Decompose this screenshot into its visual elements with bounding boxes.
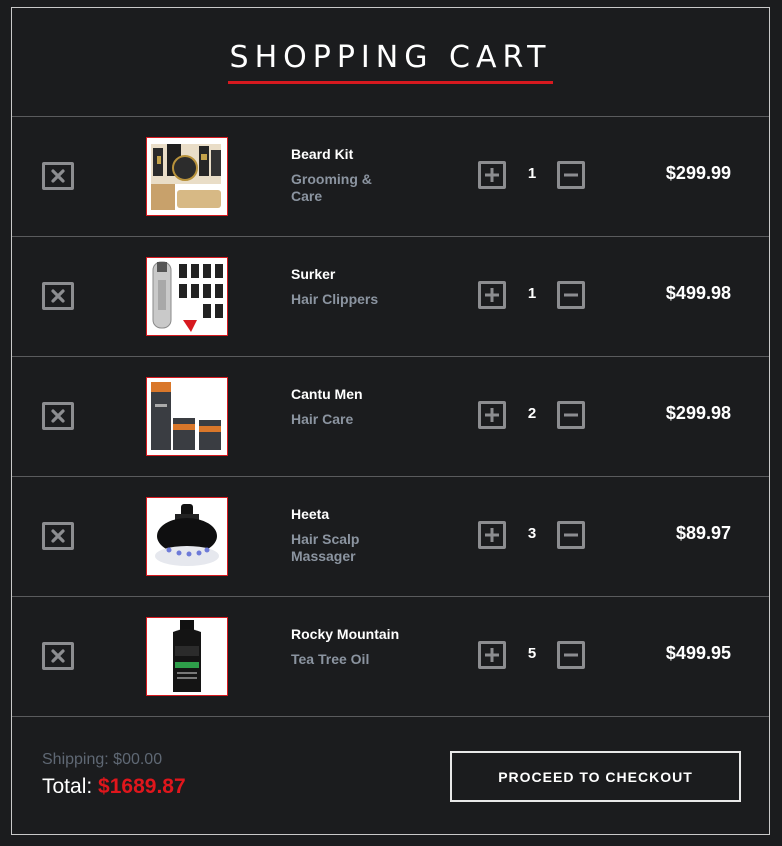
cart-item-row: Surker Hair Clippers 1 $499.98 <box>12 237 769 357</box>
hair-care-image <box>147 378 227 455</box>
scalp-massager-image <box>147 498 227 575</box>
item-category: Hair Care <box>291 411 354 427</box>
cart-item-row: Beard Kit Grooming & Care 1 $299.99 <box>12 117 769 237</box>
item-category: Grooming & Care <box>291 171 372 204</box>
proceed-to-checkout-button[interactable]: PROCEED TO CHECKOUT <box>450 751 741 802</box>
tea-tree-oil-image <box>147 618 227 695</box>
plus-icon <box>485 408 499 422</box>
cart-item-row: Rocky Mountain Tea Tree Oil 5 $499.95 <box>12 597 769 717</box>
remove-item-button[interactable] <box>42 522 74 550</box>
minus-icon <box>564 653 578 657</box>
remove-item-button[interactable] <box>42 282 74 310</box>
remove-item-button[interactable] <box>42 402 74 430</box>
minus-icon <box>564 413 578 417</box>
item-price: $499.95 <box>665 643 731 663</box>
increase-quantity-button[interactable] <box>478 641 506 669</box>
minus-icon <box>564 533 578 537</box>
close-icon <box>51 169 65 183</box>
product-image[interactable] <box>146 617 228 696</box>
minus-icon <box>564 293 578 297</box>
item-quantity: 2 <box>527 405 537 422</box>
plus-icon <box>485 528 499 542</box>
item-name: Beard Kit <box>291 146 354 162</box>
item-category: Tea Tree Oil <box>291 651 370 667</box>
increase-quantity-button[interactable] <box>478 521 506 549</box>
remove-item-button[interactable] <box>42 162 74 190</box>
increase-quantity-button[interactable] <box>478 161 506 189</box>
cart-summary: Shipping: $00.00 Total: $1689.87 PROCEED… <box>12 717 769 836</box>
beard-kit-image <box>147 138 227 215</box>
item-quantity: 5 <box>527 645 537 662</box>
item-price: $499.98 <box>665 283 731 303</box>
item-price: $89.97 <box>675 523 731 543</box>
remove-item-button[interactable] <box>42 642 74 670</box>
product-image[interactable] <box>146 377 228 456</box>
shopping-cart-panel: SHOPPING CART Beard Kit Grooming & Care … <box>11 7 770 835</box>
decrease-quantity-button[interactable] <box>557 641 585 669</box>
shipping-cost: Shipping: $00.00 <box>42 751 163 768</box>
item-quantity: 1 <box>527 285 537 302</box>
cart-item-row: Heeta Hair Scalp Massager 3 $89.97 <box>12 477 769 597</box>
plus-icon <box>485 648 499 662</box>
decrease-quantity-button[interactable] <box>557 521 585 549</box>
hair-clippers-image <box>147 258 227 335</box>
decrease-quantity-button[interactable] <box>557 281 585 309</box>
cart-header: SHOPPING CART <box>12 8 769 117</box>
item-name: Cantu Men <box>291 386 363 402</box>
item-category: Hair Scalp Massager <box>291 531 360 564</box>
item-category: Hair Clippers <box>291 291 379 307</box>
product-image[interactable] <box>146 137 228 216</box>
close-icon <box>51 409 65 423</box>
total-value: $1689.87 <box>98 775 186 798</box>
item-name: Heeta <box>291 506 330 522</box>
close-icon <box>51 289 65 303</box>
page-title: SHOPPING CART <box>227 40 554 84</box>
item-quantity: 1 <box>527 165 537 182</box>
increase-quantity-button[interactable] <box>478 281 506 309</box>
product-image[interactable] <box>146 497 228 576</box>
minus-icon <box>564 173 578 177</box>
item-name: Surker <box>291 266 336 282</box>
item-price: $299.98 <box>665 403 731 423</box>
total-label: Total: <box>42 775 93 798</box>
item-quantity: 3 <box>527 525 537 542</box>
close-icon <box>51 649 65 663</box>
plus-icon <box>485 168 499 182</box>
decrease-quantity-button[interactable] <box>557 161 585 189</box>
cart-item-row: Cantu Men Hair Care 2 $299.98 <box>12 357 769 477</box>
close-icon <box>51 529 65 543</box>
increase-quantity-button[interactable] <box>478 401 506 429</box>
decrease-quantity-button[interactable] <box>557 401 585 429</box>
item-price: $299.99 <box>665 163 731 183</box>
plus-icon <box>485 288 499 302</box>
total: Total: $1689.87 <box>42 775 186 799</box>
item-name: Rocky Mountain <box>291 626 400 642</box>
product-image[interactable] <box>146 257 228 336</box>
